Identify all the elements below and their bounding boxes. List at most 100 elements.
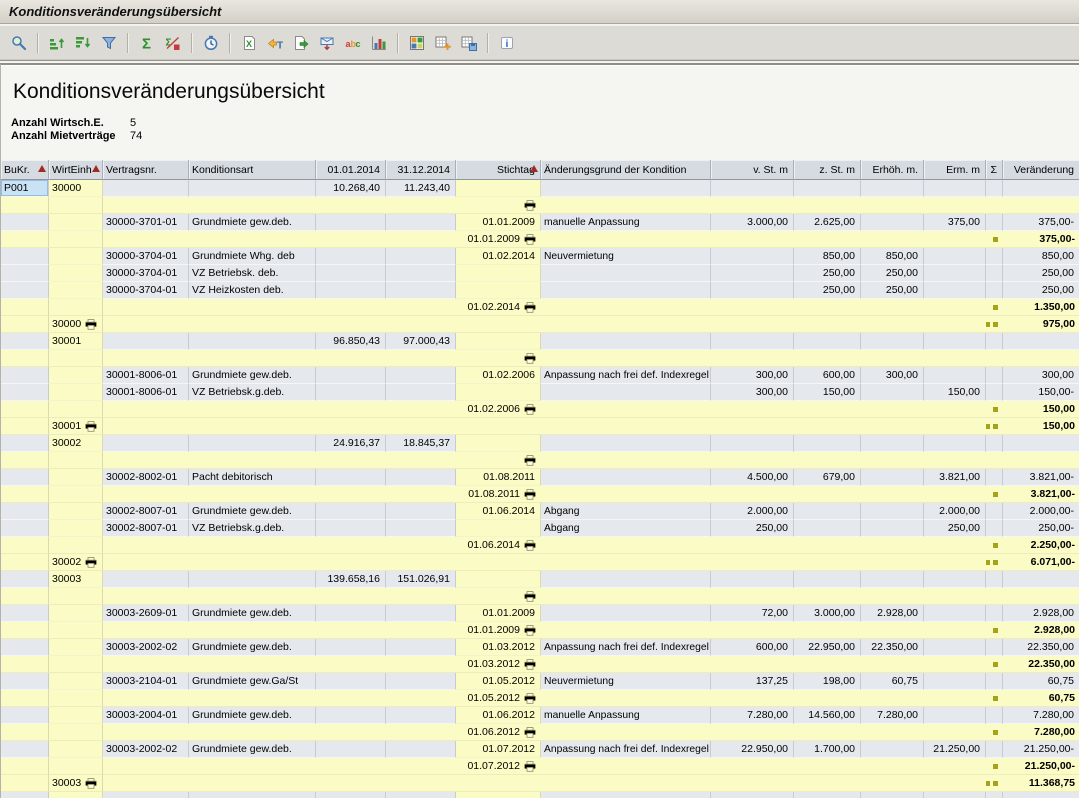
cell-vnr[interactable] — [103, 622, 189, 639]
cell-zstm[interactable] — [794, 775, 861, 792]
cell-vstm[interactable] — [711, 554, 794, 571]
cell-vstm[interactable] — [711, 401, 794, 418]
cell-bukr[interactable] — [1, 690, 49, 707]
cell-zstm[interactable] — [794, 197, 861, 214]
cell-c14a[interactable] — [316, 554, 386, 571]
table-row-head[interactable]: P0013000010.268,4011.243,40 — [1, 180, 1079, 197]
cell-grund[interactable] — [541, 605, 711, 622]
cell-sigma[interactable] — [986, 299, 1003, 316]
cell-vstm[interactable]: 22.950,00 — [711, 741, 794, 758]
table-row-data[interactable]: 30002-8002-01Pacht debitorisch01.08.2011… — [1, 469, 1079, 486]
cell-zstm[interactable]: 2.625,00 — [794, 214, 861, 231]
cell-ver[interactable]: 21.250,00- — [1003, 741, 1079, 758]
cell-st[interactable] — [456, 333, 541, 350]
cell-c14b[interactable] — [386, 724, 456, 741]
cell-erm[interactable] — [924, 588, 986, 605]
cell-ver[interactable]: 3.821,00- — [1003, 469, 1079, 486]
cell-erh[interactable] — [861, 452, 924, 469]
cell-st[interactable]: 01.06.2014 — [456, 503, 541, 520]
cell-vstm[interactable] — [711, 656, 794, 673]
cell-art[interactable] — [189, 299, 316, 316]
cell-c14b[interactable] — [386, 469, 456, 486]
cell-grund[interactable]: Anpassung nach frei def. Indexregel — [541, 639, 711, 656]
cell-erh[interactable]: 300,00 — [861, 367, 924, 384]
cell-zstm[interactable]: 14.560,00 — [794, 707, 861, 724]
col-header-we[interactable]: WirtEinh — [49, 160, 103, 180]
cell-we[interactable] — [49, 503, 103, 520]
cell-c14b[interactable] — [386, 656, 456, 673]
cell-ver[interactable] — [1003, 180, 1079, 197]
cell-bukr[interactable] — [1, 401, 49, 418]
col-header-erh[interactable]: Erhöh. m. — [861, 160, 924, 180]
cell-erh[interactable]: 60,75 — [861, 673, 924, 690]
cell-c14b[interactable] — [386, 588, 456, 605]
cell-zstm[interactable]: 198,00 — [794, 673, 861, 690]
cell-we[interactable]: 30003 — [49, 571, 103, 588]
word-processing-icon[interactable]: T — [263, 31, 287, 55]
cell-vnr[interactable]: 30001-8006-01 — [103, 367, 189, 384]
table-row-data[interactable]: 30000-3701-01Grundmiete gew.deb.01.01.20… — [1, 214, 1079, 231]
cell-ver[interactable]: 975,00 — [1003, 316, 1079, 333]
cell-vnr[interactable]: 30003-2002-02 — [103, 741, 189, 758]
cell-c14b[interactable] — [386, 741, 456, 758]
cell-erm[interactable] — [924, 758, 986, 775]
cell-c14b[interactable] — [386, 231, 456, 248]
cell-c14b[interactable]: 151.026,91 — [386, 571, 456, 588]
cell-sigma[interactable] — [986, 707, 1003, 724]
cell-bukr[interactable] — [1, 299, 49, 316]
col-header-vstm[interactable]: v. St. m — [711, 160, 794, 180]
table-row-sum1[interactable]: 01.01.20092.928,00 — [1, 622, 1079, 639]
cell-sigma[interactable] — [986, 605, 1003, 622]
cell-zstm[interactable]: 1.700,00 — [794, 741, 861, 758]
cell-st[interactable]: 01.05.2012 — [456, 690, 541, 707]
cell-erh[interactable] — [861, 537, 924, 554]
cell-zstm[interactable] — [794, 486, 861, 503]
cell-erh[interactable] — [861, 299, 924, 316]
cell-sigma[interactable] — [986, 350, 1003, 367]
cell-sigma[interactable] — [986, 265, 1003, 282]
col-header-art[interactable]: Konditionsart — [189, 160, 316, 180]
table-row-data[interactable]: 30000-3704-01VZ Heizkosten deb.250,00250… — [1, 282, 1079, 299]
cell-vnr[interactable] — [103, 316, 189, 333]
cell-st[interactable]: 01.01.2009 — [456, 214, 541, 231]
cell-bukr[interactable] — [1, 775, 49, 792]
cell-ver[interactable] — [1003, 435, 1079, 452]
cell-bukr[interactable] — [1, 554, 49, 571]
cell-vstm[interactable] — [711, 350, 794, 367]
cell-c14a[interactable] — [316, 503, 386, 520]
cell-st[interactable]: 01.08.2011 — [456, 486, 541, 503]
cell-ver[interactable]: 22.350,00 — [1003, 656, 1079, 673]
cell-sigma[interactable] — [986, 384, 1003, 401]
cell-bukr[interactable] — [1, 639, 49, 656]
cell-zstm[interactable]: 150,00 — [794, 384, 861, 401]
export-excel-icon[interactable]: X — [237, 31, 261, 55]
cell-grund[interactable] — [541, 333, 711, 350]
cell-ver[interactable]: 3.821,00- — [1003, 486, 1079, 503]
cell-zstm[interactable] — [794, 537, 861, 554]
cell-we[interactable] — [49, 265, 103, 282]
cell-vnr[interactable] — [103, 775, 189, 792]
table-row-print[interactable] — [1, 452, 1079, 469]
cell-vstm[interactable]: 2.000,00 — [711, 503, 794, 520]
cell-bukr[interactable] — [1, 367, 49, 384]
cell-we[interactable] — [49, 537, 103, 554]
cell-sigma[interactable] — [986, 248, 1003, 265]
cell-bukr[interactable] — [1, 520, 49, 537]
cell-ver[interactable] — [1003, 350, 1079, 367]
cell-vnr[interactable]: 30002-8007-01 — [103, 520, 189, 537]
cell-st[interactable] — [456, 571, 541, 588]
cell-bukr[interactable] — [1, 384, 49, 401]
cell-c14a[interactable] — [316, 469, 386, 486]
cell-c14a[interactable] — [316, 452, 386, 469]
cell-erh[interactable] — [861, 588, 924, 605]
cell-we[interactable] — [49, 707, 103, 724]
cell-c14a[interactable] — [316, 622, 386, 639]
cell-art[interactable]: VZ Betriebsk. deb. — [189, 265, 316, 282]
table-row-stub[interactable] — [1, 792, 1079, 798]
cell-we[interactable] — [49, 639, 103, 656]
cell-we[interactable]: 30001 — [49, 418, 103, 435]
cell-c14b[interactable]: 97.000,43 — [386, 333, 456, 350]
cell-grund[interactable] — [541, 622, 711, 639]
cell-zstm[interactable] — [794, 401, 861, 418]
cell-erm[interactable] — [924, 605, 986, 622]
